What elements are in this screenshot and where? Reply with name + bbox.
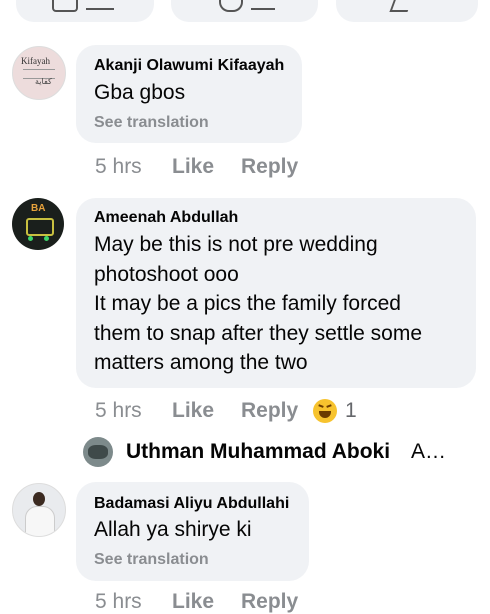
comment-text: Allah ya shirye ki [94, 518, 252, 541]
comment-text-line: them to snap after they settle some [94, 321, 423, 345]
avatar-body [25, 506, 55, 536]
avatar-logo-mark [26, 218, 54, 236]
comment-timestamp: 5 hrs [95, 590, 142, 613]
count-fragment [86, 0, 114, 10]
comment-author[interactable]: Ameenah Abdullah [94, 209, 238, 227]
avatar[interactable]: Kifayah كفاية [12, 46, 66, 100]
laughing-eye [326, 404, 333, 411]
like-button[interactable]: Like [172, 155, 214, 179]
see-translation-link[interactable]: See translation [94, 551, 209, 569]
laughing-mouth [319, 411, 331, 418]
comment-text-line: May be this is not pre wedding [94, 233, 378, 256]
reply-author[interactable]: Uthman Muhammad Aboki [126, 440, 390, 464]
share-count-pill[interactable] [336, 0, 478, 22]
count-fragment [251, 0, 275, 10]
share-icon [389, 0, 413, 12]
comment-timestamp: 5 hrs [95, 155, 142, 178]
avatar[interactable]: BA [12, 198, 64, 250]
comment-text-line: matters among the two [94, 351, 308, 374]
comment-text-line: photoshoot ooo [94, 262, 239, 286]
see-translation-link[interactable]: See translation [94, 114, 209, 132]
laughing-reaction-icon[interactable] [313, 399, 337, 423]
like-button[interactable]: Like [172, 590, 214, 614]
comment-count-pill[interactable] [171, 0, 318, 22]
avatar-accent-dot [44, 236, 49, 241]
avatar[interactable] [12, 483, 66, 537]
comment-text: Gba gbos [94, 81, 186, 104]
thumbs-up-icon [52, 0, 78, 12]
comment-timestamp: 5 hrs [95, 399, 142, 422]
reply-snippet[interactable]: A… [411, 440, 446, 464]
reply-button[interactable]: Reply [241, 155, 298, 179]
reply-button[interactable]: Reply [241, 399, 298, 423]
avatar-head [33, 492, 45, 506]
comment-icon [219, 0, 243, 12]
reply-avatar-photo [88, 445, 108, 459]
avatar-logo-text: Kifayah [21, 56, 50, 66]
laughing-eye [317, 404, 324, 411]
comment-text-line: It may be a pics the family forced [94, 292, 401, 315]
avatar-arabic-text: كفاية [35, 77, 52, 86]
like-button[interactable]: Like [172, 399, 214, 423]
comment-author[interactable]: Akanji Olawumi Kifaayah [94, 57, 284, 75]
avatar-accent-dot [28, 236, 33, 241]
reaction-count[interactable]: 1 [345, 399, 357, 423]
reply-avatar[interactable] [83, 437, 113, 467]
avatar-logo-text: BA [31, 203, 46, 214]
comment-author[interactable]: Badamasi Aliyu Abdullahi [94, 495, 289, 513]
reply-button[interactable]: Reply [241, 590, 298, 614]
like-count-pill[interactable] [16, 0, 154, 22]
